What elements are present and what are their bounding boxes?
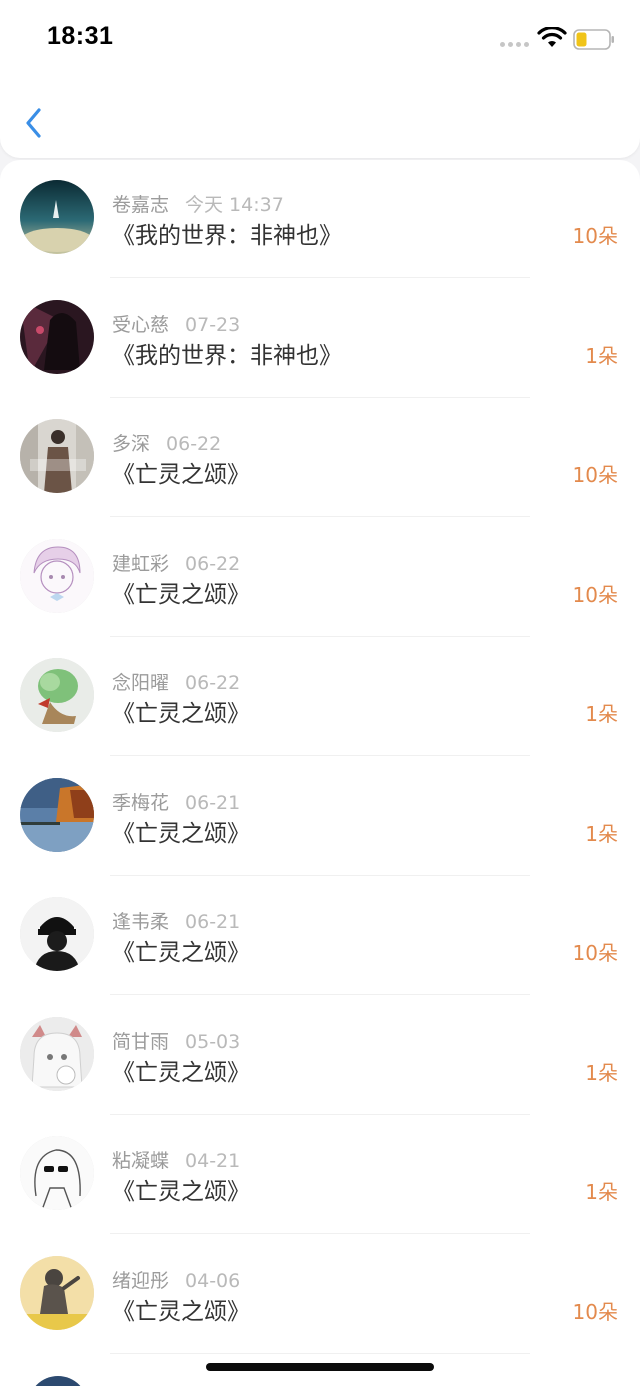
user-name: 逢韦柔 — [112, 911, 170, 933]
record-meta: 多深 06-22 — [112, 429, 221, 456]
divider — [110, 1352, 530, 1354]
record-date: 07-23 — [185, 313, 241, 336]
list-item[interactable]: 卷嘉志 今天 14:37 《我的世界：非神也》 10朵 — [0, 160, 640, 280]
list-item[interactable]: 逢韦柔 06-21 《亡灵之颂》 10朵 — [0, 877, 640, 997]
ocean-scene-avatar — [20, 180, 94, 254]
autumn-lake-avatar — [20, 777, 94, 852]
record-meta: 季梅花 06-21 — [112, 788, 240, 815]
user-name: 季梅花 — [112, 791, 170, 814]
divider — [110, 277, 530, 278]
divider — [110, 1233, 530, 1234]
book-title: 《亡灵之颂》 — [112, 581, 250, 608]
home-indicator — [206, 1363, 434, 1371]
record-date: 今天 14:37 — [185, 194, 284, 216]
cat-doll-avatar — [20, 1255, 94, 1330]
book-title: 《亡灵之颂》 — [112, 1059, 250, 1086]
book-title: 《亡灵之颂》 — [112, 1298, 250, 1325]
user-name: 卷嘉志 — [112, 194, 170, 216]
user-name: 简甘雨 — [112, 1030, 170, 1053]
record-date: 06-22 — [185, 672, 241, 694]
cellular-signal-icon — [500, 42, 529, 47]
dark-anime-avatar — [20, 299, 94, 374]
book-title: 《亡灵之颂》 — [112, 820, 250, 847]
list-item[interactable]: 粘凝蝶 04-21 《亡灵之颂》 1朵 — [0, 1116, 640, 1236]
street-photo-avatar — [20, 419, 94, 493]
flower-count: 10朵 — [572, 463, 618, 487]
user-name: 念阳曜 — [112, 672, 170, 694]
record-date: 04-21 — [185, 1150, 241, 1172]
list-item[interactable]: 建虹彩 06-22 《亡灵之颂》 10朵 — [0, 519, 640, 639]
cabbage-avatar — [20, 658, 94, 732]
record-meta: 粘凝蝶 04-21 — [112, 1146, 240, 1173]
list-item[interactable]: 多深 06-22 《亡灵之颂》 10朵 — [0, 399, 640, 519]
divider — [110, 396, 530, 398]
record-meta: 念阳曜 06-22 — [112, 668, 240, 695]
divider — [110, 874, 530, 876]
divider — [110, 994, 530, 995]
flower-count: 10朵 — [572, 1299, 618, 1324]
wifi-icon — [537, 27, 567, 47]
status-time: 18:31 — [47, 22, 114, 50]
book-title: 《亡灵之颂》 — [112, 462, 250, 488]
flower-count: 1朵 — [585, 821, 618, 846]
book-title: 《我的世界：非神也》 — [112, 342, 342, 369]
user-name: 绪迎彤 — [112, 1269, 170, 1292]
list-item[interactable]: 绪迎彤 04-06 《亡灵之颂》 10朵 — [0, 1236, 640, 1356]
divider — [110, 516, 530, 517]
record-date: 05-03 — [185, 1030, 241, 1053]
record-date: 06-21 — [185, 911, 241, 933]
list-item[interactable]: 受心慈 07-23 《我的世界：非神也》 1朵 — [0, 280, 640, 400]
lineart-sunglasses-avatar — [20, 1136, 94, 1210]
back-icon[interactable] — [22, 104, 48, 142]
header: 18:31 — [0, 0, 640, 158]
record-date: 06-22 — [185, 552, 241, 575]
record-meta: 卷嘉志 今天 14:37 — [112, 190, 284, 217]
list-item[interactable]: 念阳曜 06-22 《亡灵之颂》 1朵 — [0, 638, 640, 758]
white-hair-anime-avatar — [20, 1016, 94, 1091]
gift-record-list: 卷嘉志 今天 14:37 《我的世界：非神也》 10朵 受心慈 07-23 《我的世… — [0, 160, 640, 1386]
divider — [110, 635, 530, 637]
list-item[interactable]: 季梅花 06-21 《亡灵之颂》 1朵 — [0, 758, 640, 878]
flower-count: 10朵 — [572, 941, 618, 965]
book-title: 《亡灵之颂》 — [112, 1179, 250, 1205]
user-name: 粘凝蝶 — [112, 1150, 170, 1172]
divider — [110, 1113, 530, 1115]
flower-count: 1朵 — [585, 1180, 618, 1204]
record-meta: 建虹彩 06-22 — [112, 549, 240, 576]
sketch-girl-avatar — [20, 538, 94, 613]
record-meta: 绪迎彤 04-06 — [112, 1266, 240, 1293]
flower-count: 10朵 — [572, 224, 618, 248]
black-cap-avatar — [20, 897, 94, 971]
flower-count: 1朵 — [585, 702, 618, 726]
record-date: 04-06 — [185, 1269, 241, 1292]
user-name: 建虹彩 — [112, 552, 170, 575]
divider — [110, 755, 530, 756]
screen: 18:31 卷嘉志 今天 14:37 《我的世界：非神也》 10朵 受心慈 07… — [0, 0, 640, 1386]
record-date: 06-21 — [185, 791, 241, 814]
flower-count: 10朵 — [572, 582, 618, 607]
record-meta: 逢韦柔 06-21 — [112, 907, 240, 934]
user-name: 受心慈 — [112, 313, 170, 336]
battery-icon — [573, 29, 614, 50]
flower-count: 1朵 — [585, 343, 618, 368]
user-name: 多深 — [112, 433, 151, 455]
book-title: 《我的世界：非神也》 — [112, 223, 342, 249]
book-title: 《亡灵之颂》 — [112, 701, 250, 727]
flower-count: 1朵 — [585, 1060, 618, 1085]
record-meta: 受心慈 07-23 — [112, 310, 240, 337]
list-item[interactable]: 简甘雨 05-03 《亡灵之颂》 1朵 — [0, 997, 640, 1117]
record-meta: 简甘雨 05-03 — [112, 1027, 240, 1054]
record-date: 06-22 — [166, 433, 222, 455]
book-title: 《亡灵之颂》 — [112, 940, 250, 966]
